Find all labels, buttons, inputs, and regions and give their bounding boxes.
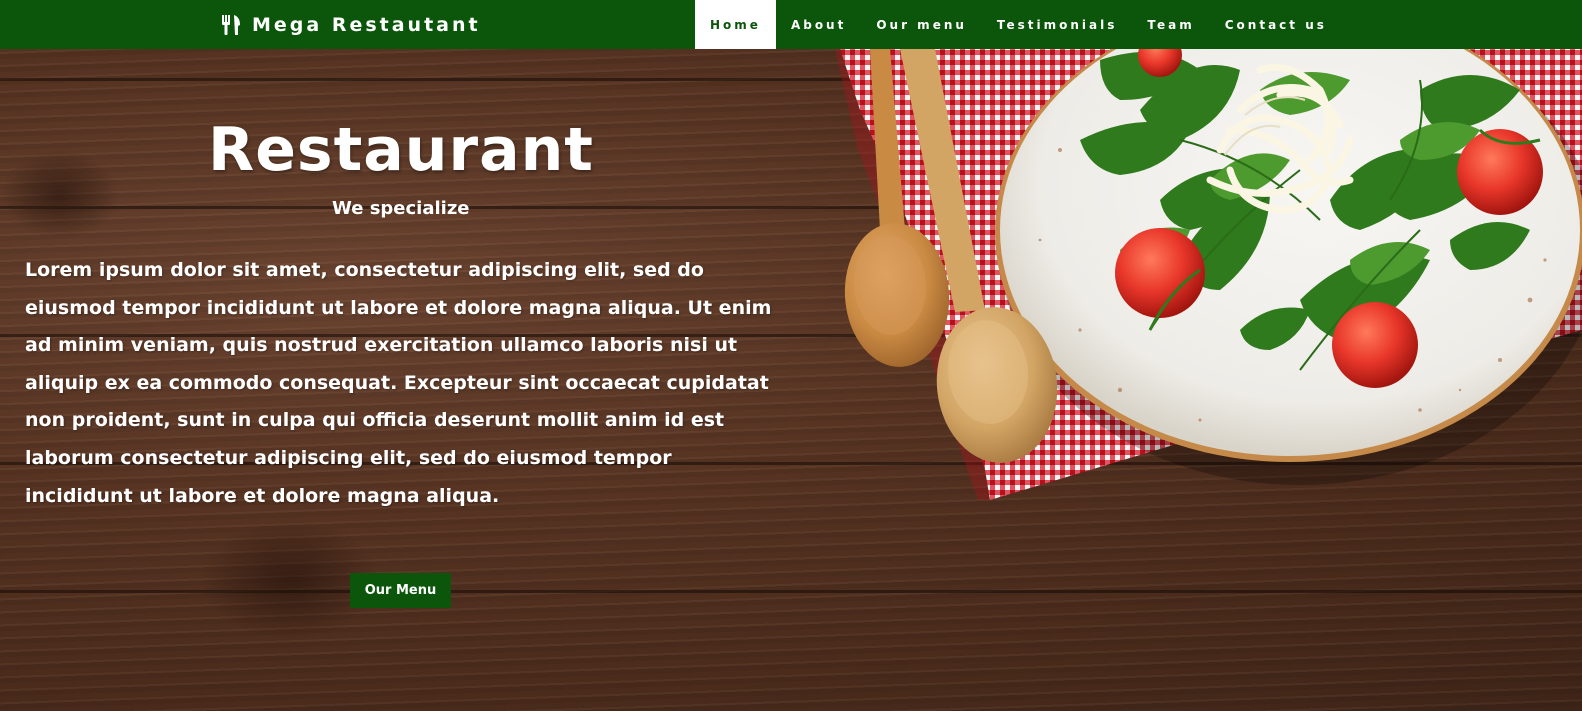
main-nav: Home About Our menu Testimonials Team Co… bbox=[695, 0, 1342, 49]
hero-subtitle: We specialize bbox=[332, 198, 470, 219]
hero-title: Restaurant bbox=[208, 115, 594, 185]
nav-item-home[interactable]: Home bbox=[695, 0, 776, 49]
page: Mega Restautant Home About Our menu Test… bbox=[0, 0, 1582, 711]
hero-description: Lorem ipsum dolor sit amet, consectetur … bbox=[25, 259, 772, 507]
brand-logo[interactable]: Mega Restautant bbox=[220, 0, 481, 49]
nav-item-team[interactable]: Team bbox=[1132, 0, 1209, 49]
fork-knife-icon bbox=[220, 14, 242, 36]
nav-item-contact-us[interactable]: Contact us bbox=[1210, 0, 1342, 49]
nav-item-testimonials[interactable]: Testimonials bbox=[982, 0, 1132, 49]
nav-item-about[interactable]: About bbox=[776, 0, 861, 49]
our-menu-button[interactable]: Our Menu bbox=[350, 573, 451, 608]
brand-name: Mega Restautant bbox=[252, 13, 481, 36]
top-navbar: Mega Restautant Home About Our menu Test… bbox=[0, 0, 1582, 49]
nav-item-our-menu[interactable]: Our menu bbox=[861, 0, 982, 49]
